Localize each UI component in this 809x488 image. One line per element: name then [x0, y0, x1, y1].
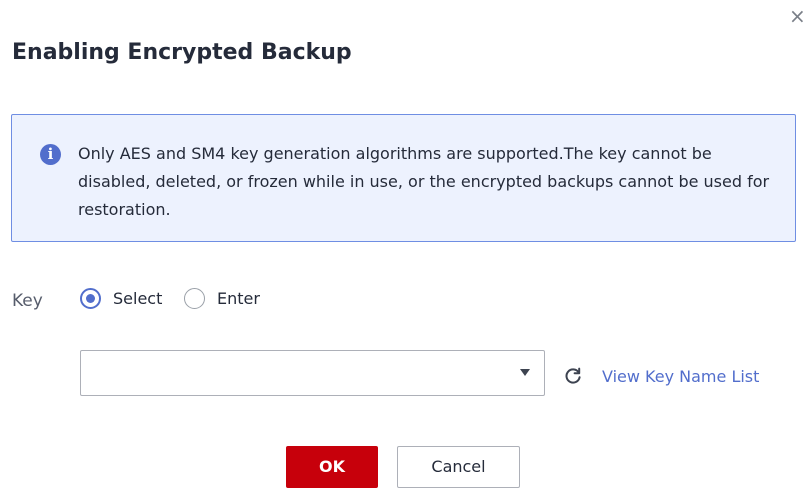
- encrypted-backup-dialog: × Enabling Encrypted Backup i Only AES a…: [0, 0, 809, 488]
- info-icon: i: [40, 144, 61, 165]
- chevron-down-icon: [520, 369, 530, 376]
- info-notice: i Only AES and SM4 key generation algori…: [11, 114, 796, 242]
- refresh-icon[interactable]: [564, 367, 582, 385]
- radio-enter-option[interactable]: Enter: [184, 284, 260, 312]
- key-label: Key: [12, 291, 43, 311]
- cancel-button[interactable]: Cancel: [397, 446, 520, 488]
- radio-select-option[interactable]: Select: [80, 284, 162, 312]
- radio-enter-label: Enter: [217, 288, 260, 308]
- notice-text: Only AES and SM4 key generation algorith…: [78, 144, 770, 219]
- radio-enter-circle[interactable]: [184, 287, 205, 309]
- radio-select-circle[interactable]: [80, 287, 101, 309]
- key-select[interactable]: [80, 350, 545, 396]
- close-icon[interactable]: ×: [789, 4, 809, 28]
- radio-select-label: Select: [113, 288, 163, 308]
- dialog-title: Enabling Encrypted Backup: [12, 40, 352, 65]
- view-key-name-list-link[interactable]: View Key Name List: [602, 366, 759, 388]
- ok-button[interactable]: OK: [286, 446, 378, 488]
